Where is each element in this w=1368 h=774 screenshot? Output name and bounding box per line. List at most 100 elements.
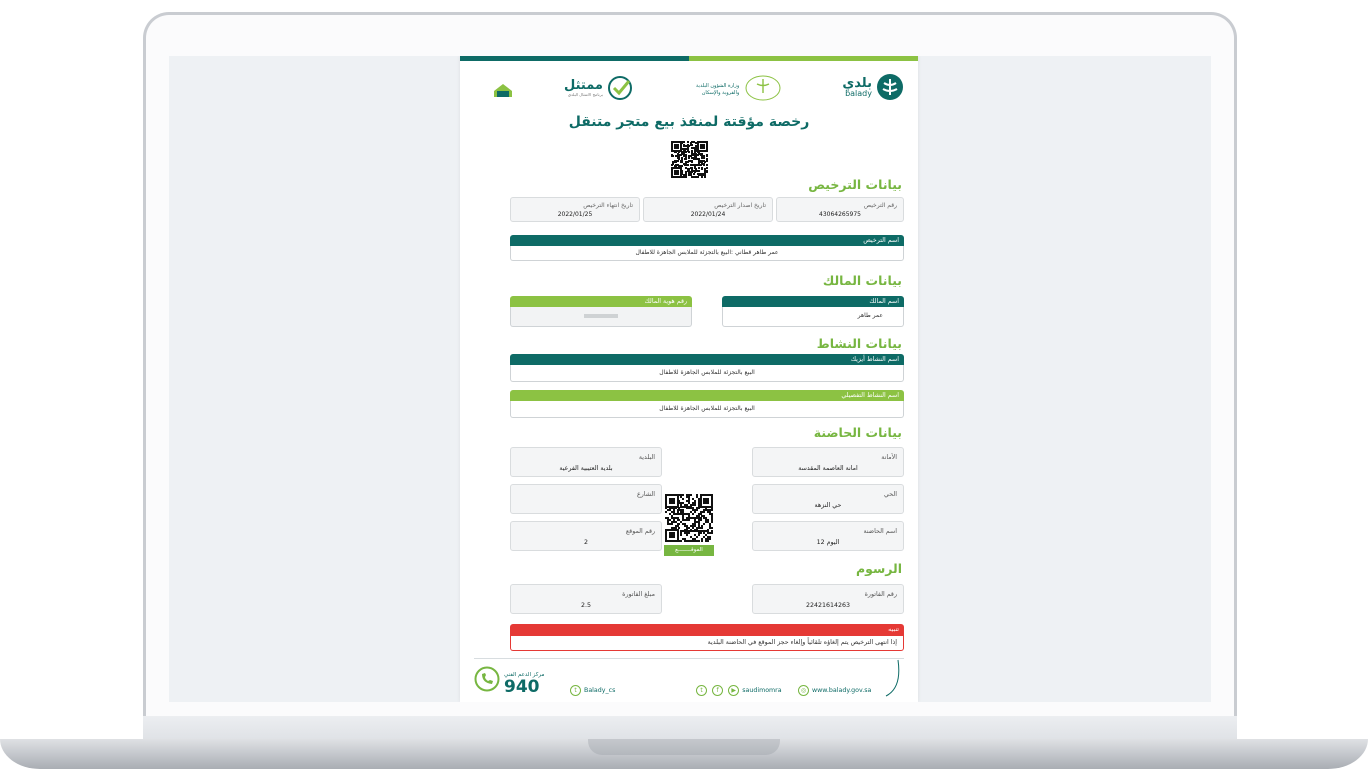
mumtathil-text: ممتثل	[564, 78, 603, 93]
qr-module	[672, 536, 675, 539]
invoice-amount-label: مبلغ الفاتورة	[622, 591, 655, 598]
amanah-label: الأمانة	[881, 454, 897, 461]
balady-ar-text: بلدي	[842, 76, 872, 91]
qr-module	[703, 522, 706, 525]
district-value: حي النزهة	[814, 502, 842, 509]
owner-id-bar: رقم هوية المالك	[510, 296, 692, 307]
twitter-cs-text: Balady_cs	[584, 687, 616, 694]
municipality-value: بلدية العتيبية الفرعية	[559, 465, 613, 472]
activity-section-title: بيانات النشاط	[816, 336, 902, 351]
qr-module	[678, 526, 681, 529]
qr-module	[692, 141, 695, 143]
qr-module	[688, 151, 691, 154]
invoice-number-label: رقم الفاتورة	[864, 591, 897, 598]
qr-module	[695, 509, 698, 512]
qr-module	[698, 169, 701, 172]
phone-icon	[474, 666, 500, 696]
mumtathil-sub: برنامج الامتثال البلدي	[567, 92, 603, 97]
qr-module	[678, 522, 681, 525]
qr-module	[697, 534, 700, 537]
qr-module	[682, 494, 685, 496]
license-name-bar: اسم الترخيص	[510, 235, 904, 246]
youtube-icon: ▶	[728, 685, 740, 696]
support-block: مركز الدعم الفني 940	[474, 666, 544, 696]
social-handle-text: saudimomra	[742, 687, 782, 694]
notice-bar: تنبيه	[510, 624, 904, 636]
facebook-icon: f	[712, 685, 724, 696]
amanah-value: امانة العاصمة المقدسة	[798, 465, 858, 472]
qr-module	[695, 536, 698, 539]
mumtathil-logo: ممتثل برنامج الامتثال البلدي	[564, 75, 633, 105]
district-field: الحي حي النزهة	[752, 484, 904, 514]
qr-module	[682, 497, 685, 500]
location-qr-code[interactable]	[665, 494, 714, 543]
incubator-section-title: بيانات الحاضنة	[813, 425, 902, 440]
qr-module	[707, 540, 710, 543]
qr-module	[676, 172, 679, 175]
qr-module	[699, 532, 702, 535]
owner-section-title: بيانات المالك	[822, 273, 902, 288]
qr-module	[693, 503, 696, 506]
notice-text: إذا انتهى الترخيص يتم إلغاؤه تلقائياً وإ…	[510, 636, 904, 651]
municipality-field: البلدية بلدية العتيبية الفرعية	[510, 447, 662, 477]
qr-module	[691, 161, 694, 164]
invoice-amount-value: 2.5	[580, 602, 591, 609]
qr-module	[686, 164, 689, 167]
license-qr-code	[671, 141, 708, 178]
qr-module	[672, 155, 675, 158]
twitter-icon: t	[570, 685, 581, 696]
screen: بلدي balady وزارة الشؤون البلدية والقروي…	[169, 56, 1211, 702]
social-links[interactable]: t f ▶ saudimomra	[696, 680, 782, 699]
qr-module	[675, 161, 678, 164]
qr-module	[711, 509, 714, 512]
qr-module	[686, 534, 689, 537]
invoice-number-value: 22421614263	[805, 602, 851, 609]
qr-module	[685, 151, 688, 154]
qr-module	[693, 511, 696, 514]
footer: مركز الدعم الفني 940 t Balady_cs t f ▶ sau…	[460, 658, 918, 702]
issue-date-value: 2022/01/24	[690, 211, 726, 218]
owner-id-value	[510, 307, 692, 327]
amanah-field: الأمانة امانة العاصمة المقدسة	[752, 447, 904, 477]
location-button[interactable]: الموقــــــــع	[664, 545, 714, 556]
qr-module	[685, 175, 688, 178]
qr-module	[705, 164, 708, 167]
site-number-label: رقم الموقع	[625, 528, 655, 535]
check-badge-icon	[607, 75, 633, 105]
activity-isic-value: البيع بالتجزئة للملابس الجاهزة للاطفال	[510, 365, 904, 382]
issue-date-field: تاريخ اصدار الترخيص 2022/01/24	[643, 197, 773, 222]
qr-module	[680, 540, 683, 543]
qr-module	[702, 146, 705, 149]
expiry-date-field: تاريخ انتهاء الترخيص 2022/01/25	[510, 197, 640, 222]
incubator-name-label: اسم الحاضنة	[863, 528, 898, 535]
laptop-chin	[143, 716, 1237, 740]
qr-module	[670, 522, 673, 525]
qr-module	[705, 149, 708, 152]
qr-module	[688, 532, 691, 535]
site-number-value: 2	[583, 539, 588, 546]
website-link[interactable]: ◎ www.balady.gov.sa	[798, 680, 871, 699]
license-name-value: عمر طاهر قطاني :البيع بالتجزئة للملابس ا…	[510, 246, 904, 261]
qr-module	[672, 501, 675, 504]
street-label: الشارع	[636, 491, 655, 498]
ministry-line1: وزارة الشؤون البلدية	[696, 83, 740, 89]
ministry-line2: والقروية والإسكان	[701, 90, 740, 96]
qr-module	[711, 526, 714, 529]
qr-module	[699, 518, 702, 521]
incubator-name-value: اليوم 12	[816, 539, 840, 546]
qr-module	[702, 164, 705, 167]
twitter-cs-link[interactable]: t Balady_cs	[570, 680, 615, 699]
balady-logo: بلدي balady	[842, 73, 904, 105]
qr-module	[702, 156, 705, 159]
fees-section-title: الرسوم	[855, 561, 902, 576]
municipality-label: البلدية	[638, 454, 655, 461]
qr-module	[688, 518, 691, 521]
qr-module	[691, 143, 694, 146]
qr-module	[701, 175, 704, 178]
twitter-icon: t	[696, 685, 707, 696]
qr-module	[711, 532, 714, 535]
qr-module	[682, 145, 685, 148]
qr-module	[685, 158, 688, 161]
license-number-field: رقم الترخيص 43064265975	[776, 197, 904, 222]
logos-row: بلدي balady وزارة الشؤون البلدية والقروي…	[460, 61, 918, 116]
